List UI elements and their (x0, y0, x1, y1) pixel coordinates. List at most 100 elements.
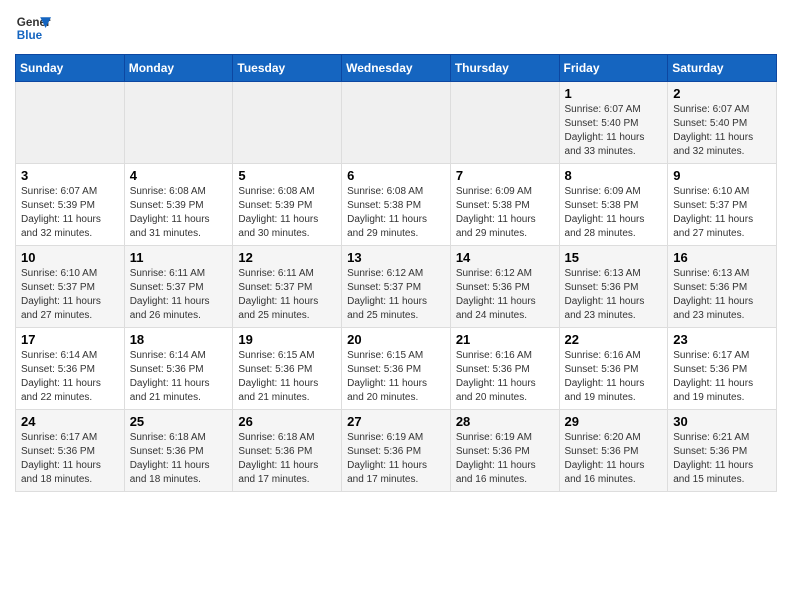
day-info: Sunrise: 6:15 AM Sunset: 5:36 PM Dayligh… (347, 349, 445, 405)
calendar-cell (124, 82, 233, 164)
day-number: 22 (565, 332, 663, 347)
weekday-header: Wednesday (342, 55, 451, 82)
day-number: 26 (238, 414, 336, 429)
day-number: 7 (456, 168, 554, 183)
day-info: Sunrise: 6:13 AM Sunset: 5:36 PM Dayligh… (565, 267, 663, 323)
calendar-cell: 14 Sunrise: 6:12 AM Sunset: 5:36 PM Dayli… (450, 246, 559, 328)
svg-text:Blue: Blue (17, 29, 43, 42)
weekday-header: Monday (124, 55, 233, 82)
calendar-week-row: 1 Sunrise: 6:07 AM Sunset: 5:40 PM Daylig… (16, 82, 777, 164)
day-info: Sunrise: 6:20 AM Sunset: 5:36 PM Dayligh… (565, 431, 663, 487)
day-number: 20 (347, 332, 445, 347)
logo: General Blue (15, 10, 51, 46)
day-number: 29 (565, 414, 663, 429)
day-info: Sunrise: 6:07 AM Sunset: 5:40 PM Dayligh… (673, 103, 771, 159)
calendar-cell: 19Sunrise: 6:15 AM Sunset: 5:36 PM Dayli… (233, 328, 342, 410)
day-info: Sunrise: 6:12 AM Sunset: 5:36 PM Dayligh… (456, 267, 554, 323)
calendar-cell: 23 Sunrise: 6:17 AM Sunset: 5:36 PM Dayli… (668, 328, 777, 410)
calendar-cell: 8 Sunrise: 6:09 AM Sunset: 5:38 PM Daylig… (559, 164, 668, 246)
calendar-cell: 10 Sunrise: 6:10 AM Sunset: 5:37 PM Dayli… (16, 246, 125, 328)
day-number: 27 (347, 414, 445, 429)
calendar-cell: 16Sunrise: 6:13 AM Sunset: 5:36 PM Dayli… (668, 246, 777, 328)
day-number: 1 (565, 86, 663, 101)
day-number: 8 (565, 168, 663, 183)
weekday-header: Thursday (450, 55, 559, 82)
calendar-cell: 13 Sunrise: 6:12 AM Sunset: 5:37 PM Dayli… (342, 246, 451, 328)
day-info: Sunrise: 6:16 AM Sunset: 5:36 PM Dayligh… (565, 349, 663, 405)
weekday-header: Friday (559, 55, 668, 82)
weekday-header: Tuesday (233, 55, 342, 82)
day-info: Sunrise: 6:18 AM Sunset: 5:36 PM Dayligh… (130, 431, 228, 487)
calendar-cell (450, 82, 559, 164)
day-info: Sunrise: 6:14 AM Sunset: 5:36 PM Dayligh… (130, 349, 228, 405)
day-number: 3 (21, 168, 119, 183)
day-info: Sunrise: 6:09 AM Sunset: 5:38 PM Dayligh… (456, 185, 554, 241)
day-info: Sunrise: 6:07 AM Sunset: 5:40 PM Dayligh… (565, 103, 663, 159)
calendar-cell: 27 Sunrise: 6:19 AM Sunset: 5:36 PM Dayli… (342, 410, 451, 492)
calendar-cell: 30Sunrise: 6:21 AM Sunset: 5:36 PM Dayli… (668, 410, 777, 492)
calendar-table: SundayMondayTuesdayWednesdayThursdayFrid… (15, 54, 777, 492)
day-info: Sunrise: 6:16 AM Sunset: 5:36 PM Dayligh… (456, 349, 554, 405)
day-number: 5 (238, 168, 336, 183)
calendar-cell: 18Sunrise: 6:14 AM Sunset: 5:36 PM Dayli… (124, 328, 233, 410)
day-info: Sunrise: 6:21 AM Sunset: 5:36 PM Dayligh… (673, 431, 771, 487)
weekday-header: Saturday (668, 55, 777, 82)
day-info: Sunrise: 6:12 AM Sunset: 5:37 PM Dayligh… (347, 267, 445, 323)
day-number: 15 (565, 250, 663, 265)
calendar-cell: 17 Sunrise: 6:14 AM Sunset: 5:36 PM Dayli… (16, 328, 125, 410)
calendar-cell: 28Sunrise: 6:19 AM Sunset: 5:36 PM Dayli… (450, 410, 559, 492)
day-number: 23 (673, 332, 771, 347)
calendar-cell: 12 Sunrise: 6:11 AM Sunset: 5:37 PM Dayli… (233, 246, 342, 328)
day-info: Sunrise: 6:13 AM Sunset: 5:36 PM Dayligh… (673, 267, 771, 323)
day-info: Sunrise: 6:18 AM Sunset: 5:36 PM Dayligh… (238, 431, 336, 487)
calendar-cell (233, 82, 342, 164)
calendar-cell: 21Sunrise: 6:16 AM Sunset: 5:36 PM Dayli… (450, 328, 559, 410)
calendar-week-row: 24 Sunrise: 6:17 AM Sunset: 5:36 PM Dayli… (16, 410, 777, 492)
calendar-cell: 26 Sunrise: 6:18 AM Sunset: 5:36 PM Dayli… (233, 410, 342, 492)
calendar-cell: 2Sunrise: 6:07 AM Sunset: 5:40 PM Daylig… (668, 82, 777, 164)
calendar-cell: 15 Sunrise: 6:13 AM Sunset: 5:36 PM Dayli… (559, 246, 668, 328)
calendar-cell: 24 Sunrise: 6:17 AM Sunset: 5:36 PM Dayli… (16, 410, 125, 492)
day-number: 14 (456, 250, 554, 265)
calendar-cell: 25 Sunrise: 6:18 AM Sunset: 5:36 PM Dayli… (124, 410, 233, 492)
day-number: 9 (673, 168, 771, 183)
calendar-cell: 29 Sunrise: 6:20 AM Sunset: 5:36 PM Dayli… (559, 410, 668, 492)
day-info: Sunrise: 6:09 AM Sunset: 5:38 PM Dayligh… (565, 185, 663, 241)
page-header: General Blue (15, 10, 777, 46)
calendar-cell: 5 Sunrise: 6:08 AM Sunset: 5:39 PM Daylig… (233, 164, 342, 246)
day-info: Sunrise: 6:08 AM Sunset: 5:39 PM Dayligh… (238, 185, 336, 241)
day-number: 10 (21, 250, 119, 265)
day-info: Sunrise: 6:17 AM Sunset: 5:36 PM Dayligh… (673, 349, 771, 405)
day-info: Sunrise: 6:10 AM Sunset: 5:37 PM Dayligh… (673, 185, 771, 241)
day-number: 24 (21, 414, 119, 429)
day-info: Sunrise: 6:11 AM Sunset: 5:37 PM Dayligh… (238, 267, 336, 323)
day-info: Sunrise: 6:17 AM Sunset: 5:36 PM Dayligh… (21, 431, 119, 487)
calendar-cell: 4Sunrise: 6:08 AM Sunset: 5:39 PM Daylig… (124, 164, 233, 246)
weekday-header: Sunday (16, 55, 125, 82)
calendar-cell (342, 82, 451, 164)
day-info: Sunrise: 6:14 AM Sunset: 5:36 PM Dayligh… (21, 349, 119, 405)
day-info: Sunrise: 6:19 AM Sunset: 5:36 PM Dayligh… (456, 431, 554, 487)
day-number: 17 (21, 332, 119, 347)
day-number: 13 (347, 250, 445, 265)
calendar-week-row: 3 Sunrise: 6:07 AM Sunset: 5:39 PM Daylig… (16, 164, 777, 246)
logo-icon: General Blue (15, 10, 51, 46)
day-info: Sunrise: 6:19 AM Sunset: 5:36 PM Dayligh… (347, 431, 445, 487)
calendar-week-row: 10 Sunrise: 6:10 AM Sunset: 5:37 PM Dayli… (16, 246, 777, 328)
calendar-cell: 1 Sunrise: 6:07 AM Sunset: 5:40 PM Daylig… (559, 82, 668, 164)
day-info: Sunrise: 6:10 AM Sunset: 5:37 PM Dayligh… (21, 267, 119, 323)
calendar-week-row: 17 Sunrise: 6:14 AM Sunset: 5:36 PM Dayli… (16, 328, 777, 410)
day-number: 12 (238, 250, 336, 265)
day-info: Sunrise: 6:07 AM Sunset: 5:39 PM Dayligh… (21, 185, 119, 241)
day-number: 25 (130, 414, 228, 429)
calendar-cell: 9 Sunrise: 6:10 AM Sunset: 5:37 PM Daylig… (668, 164, 777, 246)
day-info: Sunrise: 6:08 AM Sunset: 5:39 PM Dayligh… (130, 185, 228, 241)
day-number: 11 (130, 250, 228, 265)
calendar-cell: 11 Sunrise: 6:11 AM Sunset: 5:37 PM Dayli… (124, 246, 233, 328)
calendar-cell: 7 Sunrise: 6:09 AM Sunset: 5:38 PM Daylig… (450, 164, 559, 246)
day-number: 19 (238, 332, 336, 347)
calendar-cell: 22 Sunrise: 6:16 AM Sunset: 5:36 PM Dayli… (559, 328, 668, 410)
calendar-cell: 20 Sunrise: 6:15 AM Sunset: 5:36 PM Dayli… (342, 328, 451, 410)
day-info: Sunrise: 6:11 AM Sunset: 5:37 PM Dayligh… (130, 267, 228, 323)
day-number: 6 (347, 168, 445, 183)
